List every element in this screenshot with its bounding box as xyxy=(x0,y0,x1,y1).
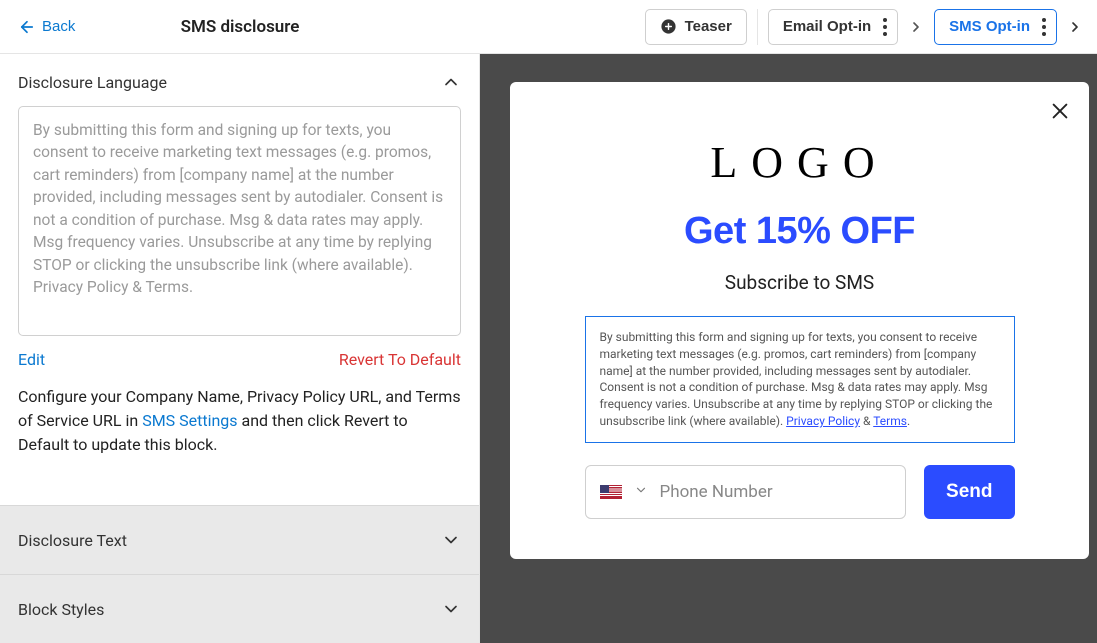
form-row: Phone Number Send xyxy=(585,465,1015,519)
sms-optin-label: SMS Opt-in xyxy=(949,18,1030,35)
disclosure-box[interactable]: By submitting this form and signing up f… xyxy=(585,316,1015,443)
block-styles-label: Block Styles xyxy=(18,600,104,619)
revert-link[interactable]: Revert To Default xyxy=(339,350,461,369)
amp-text: & xyxy=(860,414,873,428)
promo-headline: Get 15% OFF xyxy=(684,210,915,253)
terms-link[interactable]: Terms xyxy=(873,414,907,428)
page-title: SMS disclosure xyxy=(181,17,300,37)
email-optin-label: Email Opt-in xyxy=(783,18,871,35)
us-flag-icon[interactable] xyxy=(600,485,622,499)
close-button[interactable] xyxy=(1049,100,1071,122)
period-text: . xyxy=(907,414,910,428)
chevron-down-icon xyxy=(441,530,461,550)
disclosure-textarea[interactable] xyxy=(18,106,461,336)
email-optin-step-button[interactable]: Email Opt-in xyxy=(768,9,898,45)
more-vertical-icon[interactable] xyxy=(1042,18,1046,36)
sms-optin-step-button[interactable]: SMS Opt-in xyxy=(934,9,1057,45)
promo-subhead: Subscribe to SMS xyxy=(725,271,874,294)
teaser-step-button[interactable]: Teaser xyxy=(645,9,747,45)
disclosure-text-label: Disclosure Text xyxy=(18,531,127,550)
chevron-up-icon xyxy=(441,72,461,92)
disclosure-language-body: Edit Revert To Default Configure your Co… xyxy=(0,106,479,475)
disclosure-text-section[interactable]: Disclosure Text xyxy=(0,505,479,574)
chevron-down-icon[interactable] xyxy=(634,483,648,501)
preview-panel: LOGO Get 15% OFF Subscribe to SMS By sub… xyxy=(480,54,1097,643)
back-button[interactable]: Back xyxy=(18,18,75,36)
collapsed-sections: Disclosure Text Block Styles xyxy=(0,505,479,643)
privacy-policy-link[interactable]: Privacy Policy xyxy=(786,414,860,428)
sms-settings-link[interactable]: SMS Settings xyxy=(142,411,237,430)
actions-row: Edit Revert To Default xyxy=(18,350,461,369)
top-right: Teaser Email Opt-in SMS Opt-in xyxy=(480,9,1097,45)
back-label: Back xyxy=(42,18,75,35)
phone-placeholder: Phone Number xyxy=(660,482,773,502)
chevron-right-icon xyxy=(908,19,924,35)
step-divider xyxy=(757,9,758,45)
more-vertical-icon[interactable] xyxy=(883,18,887,36)
disclosure-language-title: Disclosure Language xyxy=(18,73,167,92)
disclosure-language-header[interactable]: Disclosure Language xyxy=(0,54,479,106)
main: Disclosure Language Edit Revert To Defau… xyxy=(0,54,1097,643)
config-help-text: Configure your Company Name, Privacy Pol… xyxy=(18,385,461,457)
top-bar: Back SMS disclosure Teaser Email Opt-in … xyxy=(0,0,1097,54)
plus-circle-icon xyxy=(660,18,677,35)
preview-card: LOGO Get 15% OFF Subscribe to SMS By sub… xyxy=(510,82,1089,559)
phone-input[interactable]: Phone Number xyxy=(585,465,907,519)
arrow-left-icon xyxy=(18,18,36,36)
edit-link[interactable]: Edit xyxy=(18,350,45,369)
send-button[interactable]: Send xyxy=(924,465,1014,519)
left-panel: Disclosure Language Edit Revert To Defau… xyxy=(0,54,480,643)
teaser-label: Teaser xyxy=(685,18,732,35)
chevron-down-icon xyxy=(441,599,461,619)
block-styles-section[interactable]: Block Styles xyxy=(0,574,479,643)
chevron-right-icon[interactable] xyxy=(1067,19,1083,35)
logo: LOGO xyxy=(710,137,888,188)
top-left: Back SMS disclosure xyxy=(0,0,480,53)
